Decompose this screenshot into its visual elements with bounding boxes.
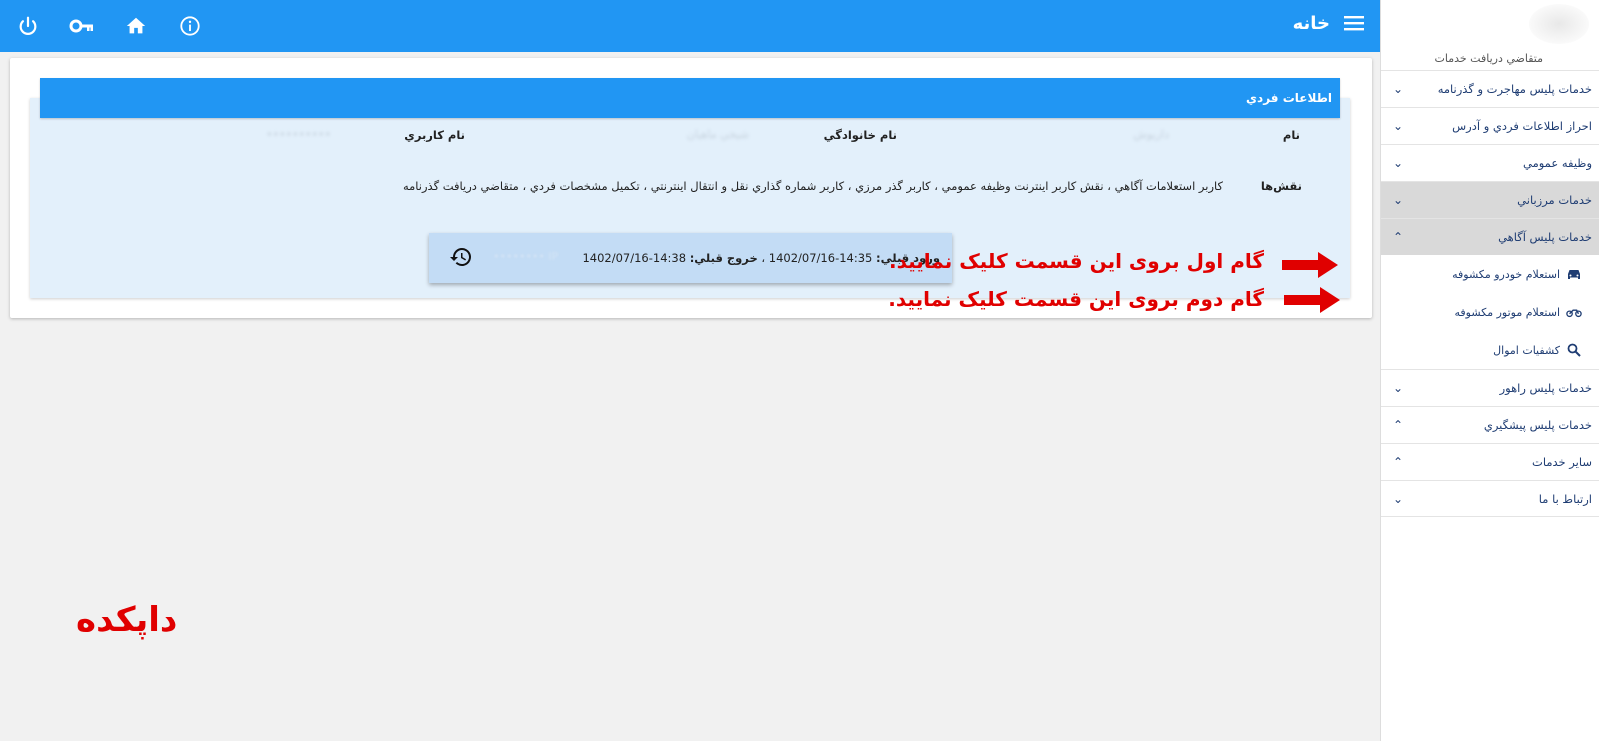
sidebar-item-label: خدمات مرزباني [1517, 193, 1592, 207]
sidebar-item-label: ارتباط با ما [1538, 491, 1592, 506]
chevron-down-icon: ⌄ [1392, 156, 1404, 170]
top-app-bar: خانه [0, 0, 1380, 52]
chevron-down-icon: ⌄ [1392, 119, 1404, 133]
power-icon[interactable] [14, 12, 42, 40]
ip-value: IP •••••••• [493, 250, 559, 263]
home-icon[interactable] [122, 12, 150, 40]
toolbar-icons [14, 12, 230, 40]
name-label: نام [1282, 128, 1300, 142]
chevron-up-icon: ⌃ [1392, 455, 1404, 469]
sidebar-subitem-label: استعلام موتور مكشوفه [1454, 305, 1560, 319]
sidebar-item-traffic-police[interactable]: خدمات پليس راهور ⌄ [1381, 369, 1599, 406]
watermark: داپکده [76, 600, 178, 640]
chevron-down-icon: ⌄ [1392, 82, 1404, 96]
chevron-down-icon: ⌄ [1392, 381, 1404, 395]
menu-icon[interactable] [1344, 12, 1366, 34]
family-value: شيخي ماهيان [686, 128, 749, 141]
sidebar-item-label: وظيفه عمومي [1522, 156, 1592, 170]
sidebar-item-military-duty[interactable]: وظيفه عمومي ⌄ [1381, 144, 1599, 181]
sidebar-item-detective-police[interactable]: خدمات پليس آگاهي ⌃ [1381, 218, 1599, 255]
sidebar: متقاضي دريافت خدمات خدمات پليس مهاجرت و … [1380, 0, 1599, 741]
separator: ، [761, 251, 766, 265]
chevron-up-icon: ⌃ [1392, 230, 1404, 244]
sidebar-item-other-services[interactable]: ساير خدمات ⌃ [1381, 443, 1599, 480]
panel-title: اطلاعات فردي [1246, 91, 1332, 105]
family-label: نام خانوادگي [823, 128, 897, 142]
sidebar-item-contact-us[interactable]: ارتباط با ما ⌄ [1381, 480, 1599, 517]
chevron-up-icon: ⌃ [1392, 418, 1404, 432]
personal-info-header: اطلاعات فردي [40, 78, 1340, 118]
roles-label: نقش‌ها [1260, 179, 1302, 193]
sidebar-item-label: احراز اطلاعات فردي و آدرس [1452, 119, 1592, 133]
sidebar-subitem-label: استعلام خودرو مكشوفه [1452, 267, 1560, 281]
username-value: •••••••••• [266, 128, 331, 141]
sidebar-item-label: خدمات پليس پيشگيري [1483, 418, 1592, 432]
motorcycle-icon [1566, 304, 1582, 320]
step2-annotation: گام دوم بروی این قسمت کلیک نمایید. [888, 287, 1264, 311]
sidebar-item-border[interactable]: خدمات مرزباني ⌄ [1381, 181, 1599, 218]
logo [1529, 4, 1589, 44]
username-label: نام كاربري [404, 128, 465, 142]
sidebar-item-immigration[interactable]: خدمات پليس مهاجرت و گذرنامه ⌄ [1381, 70, 1599, 107]
chevron-down-icon: ⌄ [1392, 491, 1404, 506]
sidebar-item-identity[interactable]: احراز اطلاعات فردي و آدرس ⌄ [1381, 107, 1599, 144]
step1-arrow-icon [1282, 252, 1338, 278]
sidebar-menu: خدمات پليس مهاجرت و گذرنامه ⌄ احراز اطلا… [1381, 70, 1599, 517]
title-group: خانه [1293, 12, 1366, 34]
step2-arrow-icon [1284, 287, 1340, 313]
roles-value: كاربر استعلامات آگاهي ، نقش كاربر اينترن… [402, 179, 1223, 193]
chevron-down-icon: ⌄ [1392, 193, 1404, 207]
sidebar-item-label: خدمات پليس آگاهي [1498, 230, 1592, 244]
prev-login-value: 1402/07/16-14:35 [768, 251, 873, 265]
name-value: داريوش [1133, 128, 1169, 141]
step1-annotation: گام اول بروی این قسمت کلیک نمایید. [888, 249, 1264, 273]
sidebar-subitem-property-findings[interactable]: كشفيات اموال [1381, 331, 1599, 369]
user-role: متقاضي دريافت خدمات [1434, 52, 1544, 65]
sidebar-item-label: ساير خدمات [1532, 455, 1592, 469]
history-icon[interactable] [449, 245, 473, 272]
sidebar-item-label: خدمات پليس مهاجرت و گذرنامه [1437, 82, 1592, 96]
prev-logout-label: خروج قبلي: [689, 251, 758, 265]
sidebar-subitem-motorcycle-inquiry[interactable]: استعلام موتور مكشوفه [1381, 293, 1599, 331]
sidebar-subitem-label: كشفيات اموال [1493, 343, 1560, 357]
sidebar-item-label: خدمات پليس راهور [1499, 381, 1592, 395]
prev-logout-value: 1402/07/16-14:38 [582, 251, 687, 265]
info-icon[interactable] [176, 12, 204, 40]
sidebar-item-prevention-police[interactable]: خدمات پليس پيشگيري ⌃ [1381, 406, 1599, 443]
page-title: خانه [1292, 12, 1330, 34]
sidebar-subitem-car-inquiry[interactable]: استعلام خودرو مكشوفه [1381, 255, 1599, 293]
car-icon [1566, 266, 1582, 282]
login-info-box: ورود قبلي: 1402/07/16-14:35 ، خروج قبلي:… [429, 233, 952, 283]
search-icon [1566, 342, 1582, 358]
key-icon[interactable] [68, 12, 96, 40]
